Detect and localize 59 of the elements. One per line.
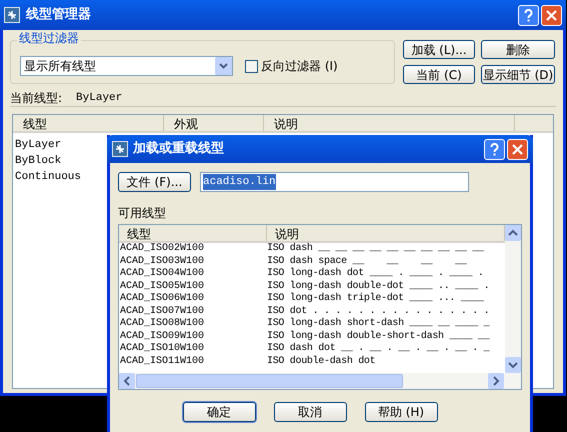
linetype-description: ISO long-dash double-short-dash ____ __ bbox=[267, 332, 490, 342]
filter-dropdown[interactable]: 显示所有线型 bbox=[20, 56, 233, 76]
current-linetype-label: 当前线型: bbox=[10, 90, 62, 107]
help-button[interactable] bbox=[518, 4, 539, 26]
app-icon bbox=[112, 141, 128, 157]
dropdown-value: 显示所有线型 bbox=[23, 58, 97, 75]
help-button[interactable] bbox=[484, 138, 505, 160]
group-label: 线型过滤器 bbox=[17, 32, 81, 44]
action-button[interactable]: 加载 (L)... bbox=[403, 40, 475, 59]
linetype-name[interactable]: ACAD_ISO09W100 bbox=[119, 332, 267, 342]
linetype-description: ISO long-dash short-dash ____ __ ____ _ bbox=[267, 319, 490, 330]
vertical-scrollbar[interactable] bbox=[505, 225, 521, 373]
linetype-description: ISO long-dash dot ____ . ____ . ____ . bbox=[267, 269, 484, 280]
dialog-button[interactable]: 帮助 (H) bbox=[364, 402, 438, 422]
linetype-name[interactable]: ACAD_ISO10W100 bbox=[119, 344, 267, 354]
scroll-up-icon bbox=[505, 225, 521, 241]
close-button[interactable] bbox=[541, 4, 562, 26]
column-header[interactable]: 说明 bbox=[264, 115, 515, 131]
column-header[interactable]: 外观 bbox=[164, 115, 264, 131]
linetype-description: ISO dot . . . . . . . . . . . . . . . . bbox=[267, 306, 490, 317]
linetype-name[interactable]: ACAD_ISO06W100 bbox=[119, 294, 267, 304]
scroll-left-icon bbox=[119, 373, 135, 389]
scroll-down-icon bbox=[505, 357, 521, 373]
window-title: 线型管理器 bbox=[26, 6, 92, 24]
invert-filter-checkbox[interactable]: 反向过滤器 (I) bbox=[245, 57, 338, 75]
action-button[interactable]: 当前 (C) bbox=[403, 65, 475, 84]
available-linetypes-label: 可用线型 bbox=[117, 205, 167, 222]
linetype-description: ISO long-dash triple-dot ____ ... ____ bbox=[267, 294, 484, 304]
action-button[interactable]: 显示细节 (D) bbox=[481, 65, 555, 84]
linetype-description: ISO dash space __ __ __ __ bbox=[267, 256, 467, 267]
dialog-button[interactable]: 确定 bbox=[182, 402, 256, 422]
close-icon bbox=[512, 144, 523, 154]
close-button[interactable] bbox=[507, 138, 528, 160]
dialog-button[interactable]: 取消 bbox=[274, 402, 346, 422]
dialog-title: 加载或重载线型 bbox=[133, 140, 225, 158]
current-linetype-value: ByLayer bbox=[76, 90, 122, 106]
app-icon bbox=[4, 7, 20, 23]
column-header[interactable]: 线型 bbox=[119, 225, 267, 241]
linetype-name[interactable]: ACAD_ISO11W100 bbox=[119, 356, 267, 367]
linetype-name[interactable]: ACAD_ISO05W100 bbox=[119, 282, 267, 292]
linetype-name[interactable]: ACAD_ISO03W100 bbox=[119, 256, 267, 267]
linetype-description: ISO double-dash dot bbox=[267, 356, 376, 367]
linetype-description: ISO long-dash double-dot ____ .. ____ . bbox=[267, 282, 490, 292]
scroll-right-icon bbox=[488, 373, 504, 389]
scroll-thumb[interactable] bbox=[136, 374, 403, 388]
linetype-name[interactable]: ACAD_ISO04W100 bbox=[119, 269, 267, 280]
linetype-name[interactable]: ACAD_ISO02W100 bbox=[119, 244, 267, 254]
linetype-name[interactable]: ACAD_ISO08W100 bbox=[119, 319, 267, 330]
action-button[interactable]: 删除 bbox=[481, 40, 555, 59]
column-header[interactable]: 线型 bbox=[13, 115, 164, 131]
question-mark-icon bbox=[524, 8, 533, 22]
close-icon bbox=[546, 10, 557, 20]
horizontal-scrollbar[interactable] bbox=[119, 373, 521, 389]
linetype-description: ISO dash dot __ . __ . __ . __ . __ . _ bbox=[267, 344, 490, 354]
linetype-description: ISO dash __ __ __ __ __ __ __ __ __ __ bbox=[267, 244, 484, 254]
linetype-name[interactable]: ACAD_ISO07W100 bbox=[119, 306, 267, 317]
question-mark-icon bbox=[490, 142, 499, 156]
file-name-field[interactable]: acadiso.lin bbox=[200, 172, 469, 192]
file-button[interactable]: 文件 (F)... bbox=[118, 172, 191, 192]
